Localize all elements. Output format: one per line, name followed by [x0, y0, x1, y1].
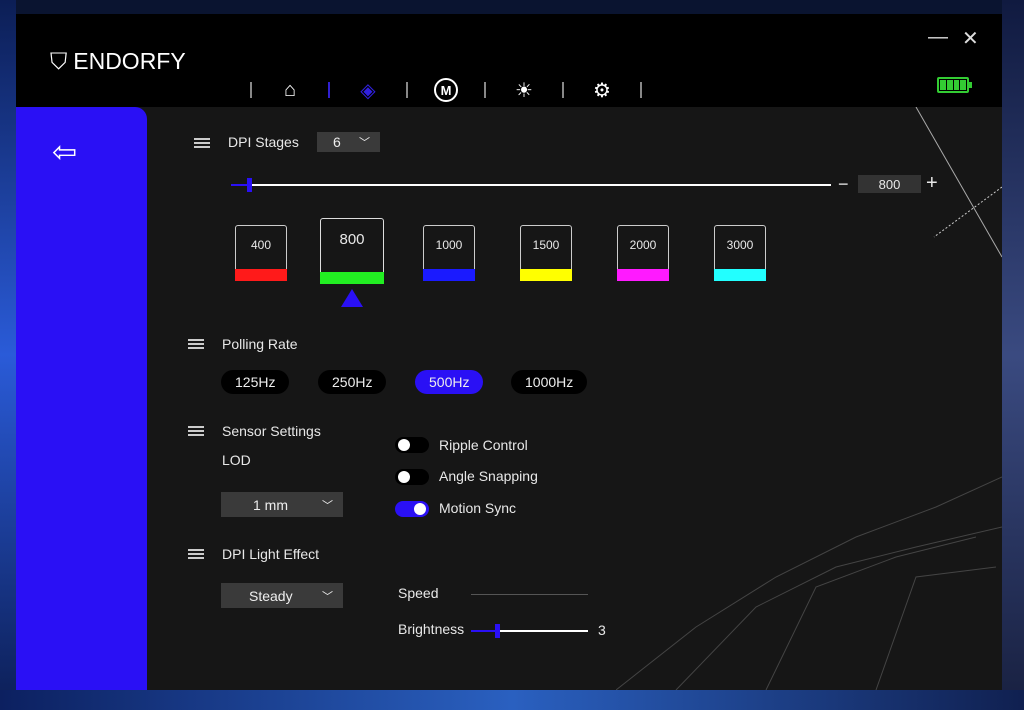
speed-slider[interactable] — [471, 594, 588, 595]
chevron-down-icon: ﹀ — [322, 499, 333, 512]
divider — [640, 82, 642, 98]
macro-icon[interactable]: M — [432, 76, 460, 104]
dpi-decrease-button[interactable]: − — [838, 174, 849, 195]
brightness-label: Brightness — [398, 621, 465, 637]
lod-label: LOD — [222, 452, 251, 468]
brightness-slider-thumb[interactable] — [494, 624, 500, 638]
dpi-light-effect-label: DPI Light Effect — [222, 546, 320, 562]
light-menu-icon — [188, 549, 204, 559]
polling-500hz-button[interactable]: 500Hz — [415, 370, 484, 394]
divider — [328, 82, 330, 98]
ripple-control-label: Ripple Control — [439, 437, 528, 453]
desktop-background — [0, 690, 1024, 710]
divider — [406, 82, 408, 98]
dpi-stage-400[interactable]: 400 — [235, 225, 287, 281]
polling-125hz-button[interactable]: 125Hz — [221, 370, 290, 394]
light-effect-select[interactable]: Steady ﹀ — [221, 583, 343, 608]
angle-snapping-toggle[interactable] — [395, 469, 429, 485]
decorative-pattern — [616, 107, 1002, 690]
dpi-stage-color-bar — [617, 269, 669, 281]
dpi-stage-color-bar — [235, 269, 287, 281]
dpi-stage-1500[interactable]: 1500 — [520, 225, 572, 281]
dpi-stage-value: 800 — [339, 231, 365, 248]
dpi-stage-value: 1000 — [435, 238, 463, 252]
divider — [250, 82, 252, 98]
brightness-slider[interactable] — [471, 624, 588, 638]
motion-sync-label: Motion Sync — [439, 500, 517, 516]
dpi-increase-button[interactable]: + — [926, 172, 938, 195]
dpi-stage-3000[interactable]: 3000 — [714, 225, 766, 281]
ripple-control-toggle[interactable] — [395, 437, 429, 453]
brand-name: ENDORFY — [73, 48, 186, 74]
dpi-stage-value: 2000 — [629, 238, 657, 252]
angle-snapping-label: Angle Snapping — [439, 468, 538, 484]
logo: ⛉ ENDORFY — [50, 48, 186, 75]
home-icon[interactable]: ⌂ — [276, 76, 304, 104]
active-stage-indicator-icon — [341, 289, 363, 307]
dpi-slider[interactable] — [231, 178, 831, 192]
lod-select[interactable]: 1 mm ﹀ — [221, 492, 343, 517]
lod-value: 1 mm — [253, 496, 288, 513]
brightness-value: 3 — [598, 622, 606, 638]
dpi-slider-thumb[interactable] — [247, 178, 252, 192]
speed-label: Speed — [398, 585, 439, 601]
chevron-down-icon: ﹀ — [359, 137, 370, 149]
dpi-stage-color-bar — [520, 269, 572, 281]
dpi-stages-value: 6 — [333, 134, 341, 150]
dpi-value-input[interactable]: 800 — [858, 175, 921, 193]
dpi-stage-color-bar — [423, 269, 475, 281]
dpi-icon[interactable]: ◈ — [354, 76, 382, 104]
dpi-stage-800[interactable]: 800 — [320, 218, 384, 284]
dpi-menu-icon — [194, 138, 210, 148]
dpi-stage-color-bar — [320, 272, 384, 284]
endorfy-logo-icon: ⛉ — [50, 48, 68, 74]
close-button[interactable]: ✕ — [962, 26, 979, 51]
brightness-slider-fill — [471, 630, 497, 632]
light-effect-value: Steady — [249, 587, 293, 604]
exit-icon[interactable]: ⇦ — [52, 135, 77, 170]
battery-icon — [937, 77, 972, 93]
app-window: ⛉ ENDORFY ⌂ ◈ M ☀ ⚙ — ✕ ⇦ DPI Stages 6 ﹀ −… — [16, 14, 1002, 690]
dpi-stage-2000[interactable]: 2000 — [617, 225, 669, 281]
dpi-stage-value: 400 — [250, 238, 272, 252]
top-nav: ⌂ ◈ M ☀ ⚙ — [226, 76, 666, 104]
dpi-stage-1000[interactable]: 1000 — [423, 225, 475, 281]
polling-menu-icon — [188, 339, 204, 349]
dpi-stage-color-bar — [714, 269, 766, 281]
polling-250hz-button[interactable]: 250Hz — [318, 370, 387, 394]
polling-rate-label: Polling Rate — [222, 336, 298, 352]
polling-1000hz-button[interactable]: 1000Hz — [511, 370, 588, 394]
desktop-background — [1002, 0, 1024, 710]
chevron-down-icon: ﹀ — [322, 590, 333, 603]
divider — [562, 82, 564, 98]
minimize-button[interactable]: — — [928, 26, 948, 49]
sidebar: ⇦ — [16, 107, 147, 690]
dpi-stages-label: DPI Stages — [228, 134, 299, 150]
dpi-stages-select[interactable]: 6 ﹀ — [317, 132, 380, 152]
motion-sync-toggle[interactable] — [395, 501, 429, 517]
sensor-settings-label: Sensor Settings — [222, 423, 321, 439]
lighting-icon[interactable]: ☀ — [510, 76, 538, 104]
sensor-menu-icon — [188, 426, 204, 436]
settings-icon[interactable]: ⚙ — [588, 76, 616, 104]
desktop-background — [0, 0, 16, 710]
divider — [484, 82, 486, 98]
dpi-stage-value: 3000 — [726, 238, 754, 252]
header: ⛉ ENDORFY ⌂ ◈ M ☀ ⚙ — ✕ — [16, 14, 1002, 107]
dpi-stage-value: 1500 — [532, 238, 560, 252]
